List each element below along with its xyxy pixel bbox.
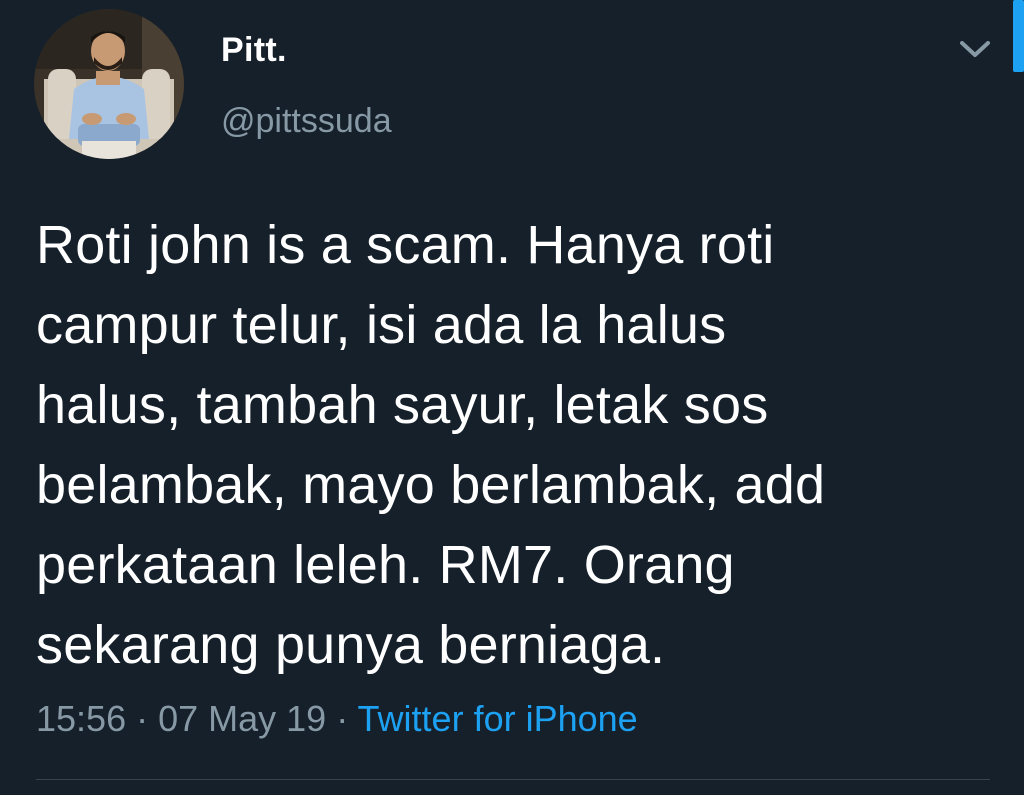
tweet-text: Roti john is a scam. Hanya roti campur t… bbox=[36, 215, 826, 675]
tweet: Pitt. @pittssuda Roti john is a scam. Ha… bbox=[0, 0, 1024, 795]
avatar[interactable] bbox=[34, 9, 184, 159]
scrollbar[interactable] bbox=[1013, 0, 1024, 72]
chevron-down-icon[interactable] bbox=[955, 34, 995, 62]
meta-separator: · bbox=[126, 698, 159, 739]
tweet-date: 07 May 19 bbox=[158, 698, 327, 739]
meta-separator: · bbox=[326, 698, 358, 739]
divider bbox=[36, 779, 990, 780]
user-handle[interactable]: @pittssuda bbox=[221, 99, 392, 143]
display-name[interactable]: Pitt. bbox=[221, 28, 287, 72]
tweet-source-link[interactable]: Twitter for iPhone bbox=[358, 698, 638, 739]
tweet-time: 15:56 bbox=[36, 698, 127, 739]
tweet-meta: 15:56 · 07 May 19 · Twitter for iPhone bbox=[36, 695, 638, 743]
